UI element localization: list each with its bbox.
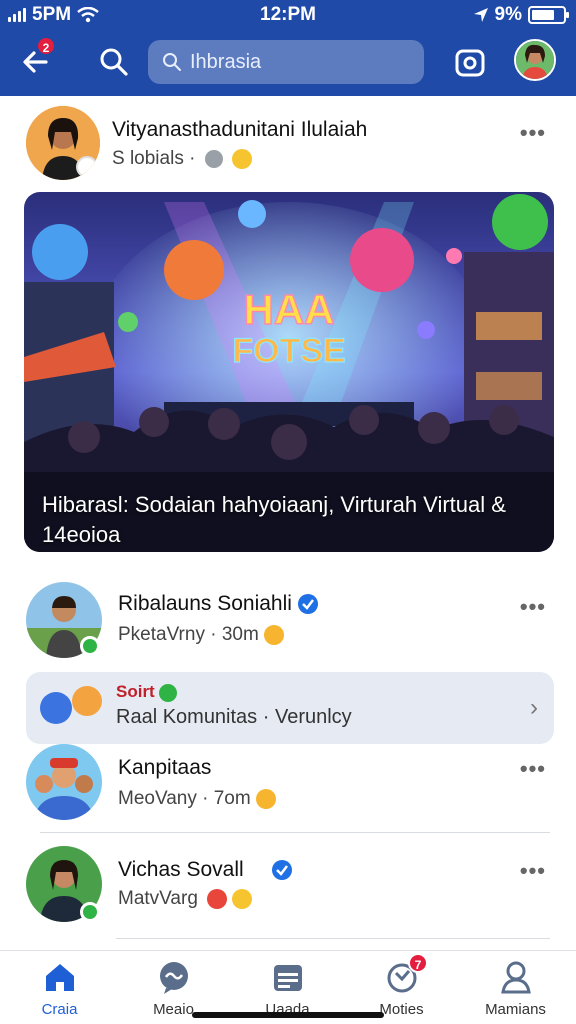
item-name: Vichas Sovall — [118, 858, 292, 882]
item-name: Kanpitaas — [118, 756, 212, 779]
item-meta-text: MeoVany · 7om — [118, 788, 251, 809]
search-icon — [163, 53, 181, 71]
smile-emoji-icon — [255, 788, 276, 809]
status-bar: 5PM 12:PM 9% — [0, 0, 576, 30]
notifications-badge: 7 — [408, 953, 428, 973]
smile-emoji-icon — [231, 148, 252, 169]
location-icon — [473, 8, 488, 22]
item-meta: MeoVany · 7om — [118, 788, 276, 810]
community-icon — [40, 692, 72, 724]
item-meta: PketaVrny · 30m — [118, 624, 285, 646]
camera-icon — [455, 49, 485, 77]
divider — [116, 938, 550, 939]
chat-icon — [160, 962, 188, 994]
top-bar: 5PM 12:PM 9% 2 Ihbrasia — [0, 0, 576, 96]
user-avatar-image — [516, 41, 554, 79]
online-status-icon — [80, 902, 100, 922]
smile-emoji-icon — [264, 624, 285, 645]
globe-icon — [204, 149, 223, 168]
reaction-icon — [76, 156, 98, 178]
community-text: Raal Komunitas · Verunlcy — [116, 706, 352, 728]
camera-button[interactable] — [452, 44, 488, 80]
post-more-button[interactable]: ••• — [520, 120, 546, 146]
community-card[interactable]: Soirt Raal Komunitas · Verunlcy › — [26, 672, 554, 744]
search-icon — [100, 48, 128, 76]
battery-icon — [528, 6, 569, 24]
tab-profile[interactable]: Mamians — [458, 959, 573, 1024]
community-emoji-icon — [72, 686, 102, 716]
item-name-text: Vichas Sovall — [118, 858, 244, 881]
search-input[interactable]: Ihbrasia — [148, 40, 424, 84]
item-avatar-image — [26, 744, 102, 820]
post-meta-text: S lobials · — [112, 148, 196, 169]
list-item[interactable]: Vichas Sovall MatvVarg ••• — [24, 846, 554, 926]
back-badge: 2 — [36, 36, 56, 56]
verified-icon — [297, 594, 318, 615]
community-title-text: Soirt — [116, 682, 155, 701]
tab-home[interactable]: Craia — [2, 959, 117, 1024]
item-name: Ribalauns Soniahli — [118, 592, 318, 616]
verified-icon — [271, 860, 292, 881]
check-icon — [159, 683, 178, 702]
feed[interactable]: Vityanasthadunitani Ilulaiah S lobials ·… — [0, 96, 576, 950]
heart-eyes-emoji-icon — [207, 888, 228, 909]
tab-label: Mamians — [485, 1001, 546, 1018]
item-more-button[interactable]: ••• — [520, 756, 546, 782]
search-button[interactable] — [96, 44, 132, 80]
online-status-icon — [80, 636, 100, 656]
post-image[interactable]: HAA FOTSE Hibarasl: Sodaian hahyoiaanj, … — [24, 192, 554, 552]
author-avatar[interactable] — [26, 106, 100, 180]
item-meta-text: MatvVarg — [118, 888, 198, 909]
item-avatar[interactable] — [26, 744, 102, 820]
item-more-button[interactable]: ••• — [520, 594, 546, 620]
battery-percent: 9% — [494, 4, 522, 25]
calendar-icon — [274, 965, 302, 991]
post-author[interactable]: Vityanasthadunitani Ilulaiah — [112, 118, 367, 142]
hero-sign-bottom: FOTSE — [232, 332, 345, 370]
smile-emoji-icon — [232, 888, 253, 909]
home-indicator — [192, 1012, 384, 1018]
chevron-right-icon[interactable]: › — [530, 694, 538, 722]
profile-icon — [501, 961, 531, 994]
community-title: Soirt — [116, 682, 178, 702]
post-header: Vityanasthadunitani Ilulaiah S lobials ·… — [24, 106, 554, 182]
hero-caption: Hibarasl: Sodaian hahyoiaanj, Virturah V… — [42, 492, 506, 547]
status-right: 9% — [473, 4, 569, 26]
tab-label: Craia — [41, 1001, 78, 1018]
home-icon — [46, 964, 74, 991]
item-name-text: Ribalauns Soniahli — [118, 592, 292, 615]
item-meta: MatvVarg — [118, 888, 253, 910]
list-item[interactable]: Ribalauns Soniahli PketaVrny · 30m ••• — [24, 582, 554, 662]
post-meta: S lobials · — [112, 148, 252, 170]
list-item[interactable]: Kanpitaas MeoVany · 7om ••• — [24, 744, 554, 824]
item-meta-text: PketaVrny · 30m — [118, 624, 259, 645]
search-placeholder: Ihbrasia — [190, 50, 262, 73]
hero-sign-top: HAA — [244, 286, 335, 333]
back-button[interactable]: 2 — [18, 36, 58, 82]
item-more-button[interactable]: ••• — [520, 858, 546, 884]
divider — [40, 832, 550, 833]
profile-avatar[interactable] — [514, 39, 556, 81]
nav-bar: 2 Ihbrasia — [0, 36, 576, 88]
